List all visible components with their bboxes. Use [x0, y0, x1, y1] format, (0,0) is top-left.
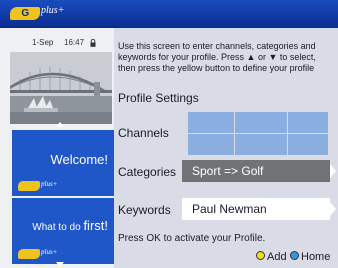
channel-slot[interactable] — [235, 134, 287, 155]
channel-slot[interactable] — [188, 134, 234, 155]
yellow-button-icon — [256, 251, 265, 260]
channel-slot[interactable] — [235, 112, 287, 133]
channel-slot[interactable] — [288, 134, 328, 155]
up-arrow-icon[interactable] — [56, 122, 64, 127]
categories-label: Categories — [118, 165, 177, 179]
categories-field[interactable]: Sport => Golf — [182, 160, 330, 182]
promo-what-to-do-text: What to do first! — [32, 218, 108, 233]
add-button[interactable]: Add — [256, 251, 287, 263]
home-button[interactable]: Home — [290, 251, 330, 263]
down-arrow-icon[interactable] — [56, 262, 64, 267]
channel-slot[interactable] — [188, 112, 234, 133]
home-label: Home — [301, 251, 331, 263]
channel-slot[interactable] — [288, 112, 328, 133]
promo-logo: plus+ — [18, 180, 58, 192]
add-label: Add — [267, 251, 287, 263]
lock-icon — [90, 39, 96, 47]
clock-time: 16:47 — [64, 38, 85, 47]
page-title: Profile Settings — [118, 91, 199, 105]
keywords-field[interactable]: Paul Newman — [182, 198, 330, 220]
clock: 1-Sep 16:47 — [32, 38, 112, 50]
clock-date: 1-Sep — [32, 38, 54, 47]
channels-grid[interactable] — [188, 112, 328, 155]
logo-mark: G — [10, 7, 40, 20]
promo-logo: plus+ — [18, 248, 58, 260]
chevron-right-icon[interactable] — [330, 202, 336, 216]
blue-button-icon — [290, 251, 299, 260]
chevron-right-icon[interactable] — [330, 164, 336, 178]
guide-plus-logo: G plus+ — [10, 5, 66, 22]
instructions-text: Use this screen to enter channels, categ… — [118, 41, 316, 73]
channels-label: Channels — [118, 126, 169, 140]
promo-welcome-text: Welcome! — [50, 152, 108, 167]
promo-welcome[interactable]: Welcome! plus+ — [12, 130, 114, 196]
logo-plus-text: plus+ — [41, 5, 65, 16]
keywords-label: Keywords — [118, 203, 171, 217]
bridge-opera-house-photo — [10, 52, 112, 124]
promo-what-to-do-first[interactable]: What to do first! plus+ — [12, 198, 114, 264]
footer-hint: Press OK to activate your Profile. — [118, 233, 266, 244]
top-bar: G plus+ — [0, 0, 338, 28]
